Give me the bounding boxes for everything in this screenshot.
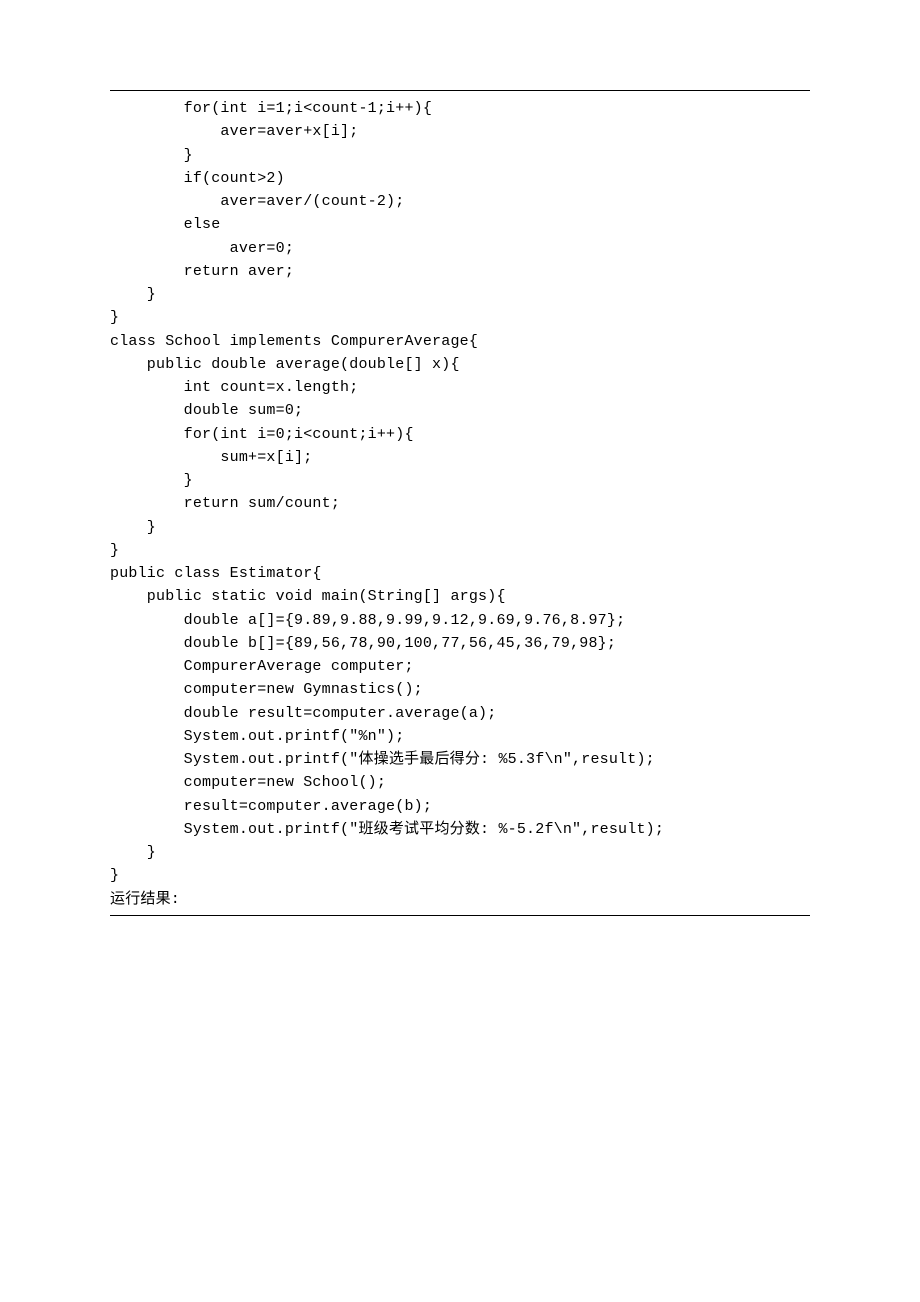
top-rule bbox=[110, 90, 810, 91]
document-page: for(int i=1;i<count-1;i++){ aver=aver+x[… bbox=[0, 0, 920, 1302]
code-line: for(int i=1;i<count-1;i++){ bbox=[110, 97, 810, 120]
code-line: System.out.printf("班级考试平均分数: %-5.2f\n",r… bbox=[110, 818, 810, 841]
code-line: aver=0; bbox=[110, 237, 810, 260]
code-block: for(int i=1;i<count-1;i++){ aver=aver+x[… bbox=[110, 97, 810, 911]
code-line: CompurerAverage computer; bbox=[110, 655, 810, 678]
code-line: System.out.printf("%n"); bbox=[110, 725, 810, 748]
code-line: public static void main(String[] args){ bbox=[110, 585, 810, 608]
code-line: class School implements CompurerAverage{ bbox=[110, 330, 810, 353]
bottom-rule bbox=[110, 915, 810, 916]
code-line: else bbox=[110, 213, 810, 236]
code-line: System.out.printf("体操选手最后得分: %5.3f\n",re… bbox=[110, 748, 810, 771]
code-line: computer=new Gymnastics(); bbox=[110, 678, 810, 701]
code-line: } bbox=[110, 306, 810, 329]
code-line: for(int i=0;i<count;i++){ bbox=[110, 423, 810, 446]
code-line: result=computer.average(b); bbox=[110, 795, 810, 818]
code-line: double b[]={89,56,78,90,100,77,56,45,36,… bbox=[110, 632, 810, 655]
code-line: aver=aver+x[i]; bbox=[110, 120, 810, 143]
code-line: double sum=0; bbox=[110, 399, 810, 422]
code-line: if(count>2) bbox=[110, 167, 810, 190]
code-line: public double average(double[] x){ bbox=[110, 353, 810, 376]
code-line: double a[]={9.89,9.88,9.99,9.12,9.69,9.7… bbox=[110, 609, 810, 632]
code-line: public class Estimator{ bbox=[110, 562, 810, 585]
code-line: computer=new School(); bbox=[110, 771, 810, 794]
code-line: sum+=x[i]; bbox=[110, 446, 810, 469]
code-line: return sum/count; bbox=[110, 492, 810, 515]
code-line: 运行结果: bbox=[110, 888, 810, 911]
code-line: } bbox=[110, 539, 810, 562]
code-line: return aver; bbox=[110, 260, 810, 283]
code-line: } bbox=[110, 864, 810, 887]
code-line: aver=aver/(count-2); bbox=[110, 190, 810, 213]
code-line: } bbox=[110, 841, 810, 864]
code-line: } bbox=[110, 283, 810, 306]
code-line: } bbox=[110, 144, 810, 167]
code-line: double result=computer.average(a); bbox=[110, 702, 810, 725]
code-line: } bbox=[110, 469, 810, 492]
code-line: int count=x.length; bbox=[110, 376, 810, 399]
code-line: } bbox=[110, 516, 810, 539]
